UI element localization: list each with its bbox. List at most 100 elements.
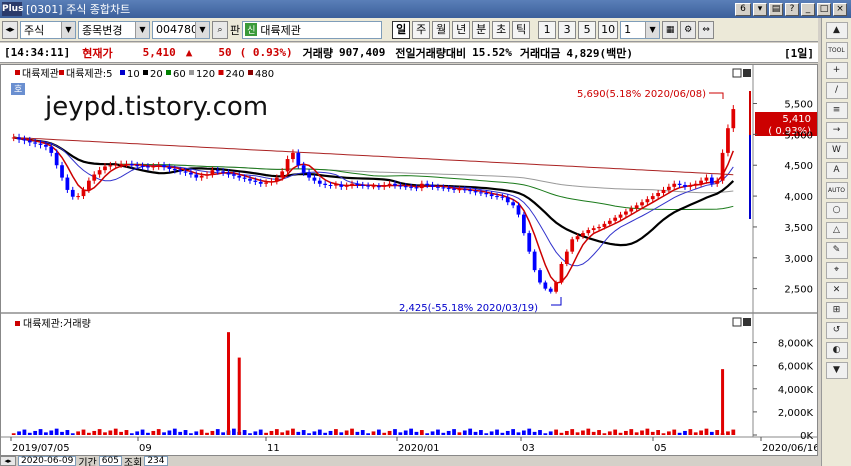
search-icon[interactable]: ⌕ xyxy=(212,20,228,39)
volume-bar xyxy=(248,433,252,435)
circle-icon[interactable]: ○ xyxy=(825,202,848,219)
volume-bar xyxy=(602,433,607,435)
prev-next-icon[interactable]: ◂▸ xyxy=(2,20,18,39)
volume-bar xyxy=(489,431,494,435)
interval-select[interactable]: 1 ▼ xyxy=(620,20,661,39)
period-tick-button[interactable]: 틱 xyxy=(512,20,531,39)
chart-svg[interactable]: 대륙제관 대륙제관:5 10 20 60 120 240 480 호 jeypd.tistor… xyxy=(1,65,820,455)
period-month-button[interactable]: 월 xyxy=(432,20,451,39)
grid-icon[interactable]: ▦ xyxy=(662,20,679,39)
chevron-down-icon[interactable]: ▼ xyxy=(645,21,660,38)
candle-body xyxy=(564,251,569,264)
volume-bar xyxy=(457,432,462,435)
volume-bar xyxy=(640,430,644,435)
volume-bar xyxy=(441,432,446,435)
period-week-button[interactable]: 주 xyxy=(412,20,431,39)
chevron-down-icon[interactable]: ▼ xyxy=(61,21,75,38)
maximize-button[interactable]: □ xyxy=(817,2,831,16)
help-icon[interactable]: ? xyxy=(785,2,799,16)
period-year-button[interactable]: 년 xyxy=(452,20,471,39)
candle-body xyxy=(264,182,268,184)
mode-select[interactable]: 종목변경 ▼ xyxy=(78,20,150,39)
legend-item: 10 xyxy=(127,69,140,80)
stock-code-input[interactable]: 004780 ▼ xyxy=(152,20,210,39)
legend-item: 240 xyxy=(226,69,245,80)
candle-body xyxy=(27,140,32,143)
minute-3-button[interactable]: 3 xyxy=(558,20,577,39)
calendar-icon[interactable]: ◂▸ xyxy=(0,456,16,466)
query-input[interactable]: 234 xyxy=(144,456,168,466)
stock-name-field[interactable]: 신 대륙제관 xyxy=(242,20,383,39)
wave-icon[interactable]: W xyxy=(825,142,848,159)
volume-bar xyxy=(591,431,596,435)
tool-label[interactable]: TOOL xyxy=(825,42,848,59)
market-select[interactable]: 주식 ▼ xyxy=(20,20,76,39)
volume-bar xyxy=(11,433,16,435)
undo-icon[interactable]: ↺ xyxy=(825,322,848,339)
color-icon[interactable]: ◐ xyxy=(825,342,848,359)
target-icon[interactable]: ⌖ xyxy=(825,262,848,279)
grid-icon[interactable]: ⊞ xyxy=(825,302,848,319)
candle-body xyxy=(382,184,387,187)
candle-body xyxy=(291,152,295,160)
period-input[interactable]: 605 xyxy=(98,456,122,466)
candle-body xyxy=(693,183,698,186)
minute-10-button[interactable]: 10 xyxy=(598,20,619,39)
legend-swatch xyxy=(166,70,171,75)
period-day-button[interactable]: 일 xyxy=(392,20,411,39)
right-tool-palette: ▲ TOOL + / ≡ → W A AUTO ○ △ ✎ ⌖ ✕ ⊞ ↺ ◐ ▼ xyxy=(821,18,851,466)
volume-tick-label: 8,000K xyxy=(778,339,814,350)
volume-panel-close-icon[interactable] xyxy=(743,318,751,326)
volume-bar xyxy=(183,430,188,435)
settings-icon[interactable]: ⚙ xyxy=(680,20,697,39)
price-range-bar-down xyxy=(749,135,751,219)
volume-bar xyxy=(468,428,473,435)
trendline-icon[interactable]: / xyxy=(825,82,848,99)
minute-5-button[interactable]: 5 xyxy=(578,20,597,39)
candle-body xyxy=(645,199,650,203)
layout-icon[interactable]: ▤ xyxy=(769,2,783,16)
candle-body xyxy=(591,228,596,231)
minimize-button[interactable]: _ xyxy=(801,2,815,16)
scroll-up-icon[interactable]: ▲ xyxy=(825,22,848,39)
volume-bar xyxy=(285,430,290,435)
price-tick-label: 5,500 xyxy=(784,100,813,111)
candle-body xyxy=(720,152,725,181)
period-second-button[interactable]: 초 xyxy=(492,20,511,39)
candle-body xyxy=(65,177,70,190)
pencil-icon[interactable]: ✎ xyxy=(825,242,848,259)
arrow-icon[interactable]: → xyxy=(825,122,848,139)
date-input[interactable]: 2020-06-09 xyxy=(18,456,77,466)
scroll-down-icon[interactable]: ▼ xyxy=(825,362,848,379)
chevron-down-icon[interactable]: ▼ xyxy=(135,21,149,38)
close-button[interactable]: × xyxy=(833,2,847,16)
crosshair-icon[interactable]: + xyxy=(825,62,848,79)
candle-body xyxy=(205,174,209,176)
chevron-down-icon[interactable]: ▼ xyxy=(195,21,209,38)
volume-bar xyxy=(414,431,419,435)
fibonacci-icon[interactable]: ≡ xyxy=(825,102,848,119)
chart-area[interactable]: 대륙제관 대륙제관:5 10 20 60 120 240 480 호 jeypd.tistor… xyxy=(0,64,820,456)
delete-icon[interactable]: ✕ xyxy=(825,282,848,299)
minute-1-button[interactable]: 1 xyxy=(538,20,557,39)
andrews-icon[interactable]: A xyxy=(825,162,848,179)
candle-body xyxy=(726,128,730,153)
screen-number-button[interactable]: 6 xyxy=(735,2,751,16)
panel-close-icon[interactable] xyxy=(743,69,751,77)
candle-body xyxy=(226,172,231,175)
price-tick-label: 4,000 xyxy=(784,192,813,203)
expand-icon[interactable]: ⇔ xyxy=(698,20,715,39)
volume-bar xyxy=(54,428,59,435)
triangle-icon[interactable]: △ xyxy=(825,222,848,239)
volume-bar xyxy=(645,428,650,435)
volume-bar xyxy=(387,430,392,435)
period-minute-button[interactable]: 분 xyxy=(472,20,491,39)
candle-body xyxy=(97,170,102,175)
volume-panel-restore-icon[interactable] xyxy=(732,317,742,327)
dropdown-icon[interactable]: ▾ xyxy=(753,2,767,16)
auto-icon[interactable]: AUTO xyxy=(825,182,848,199)
volume-bar xyxy=(33,430,38,435)
candle-body xyxy=(640,202,644,206)
volume-bar xyxy=(419,430,424,435)
volume-bar xyxy=(291,428,295,435)
